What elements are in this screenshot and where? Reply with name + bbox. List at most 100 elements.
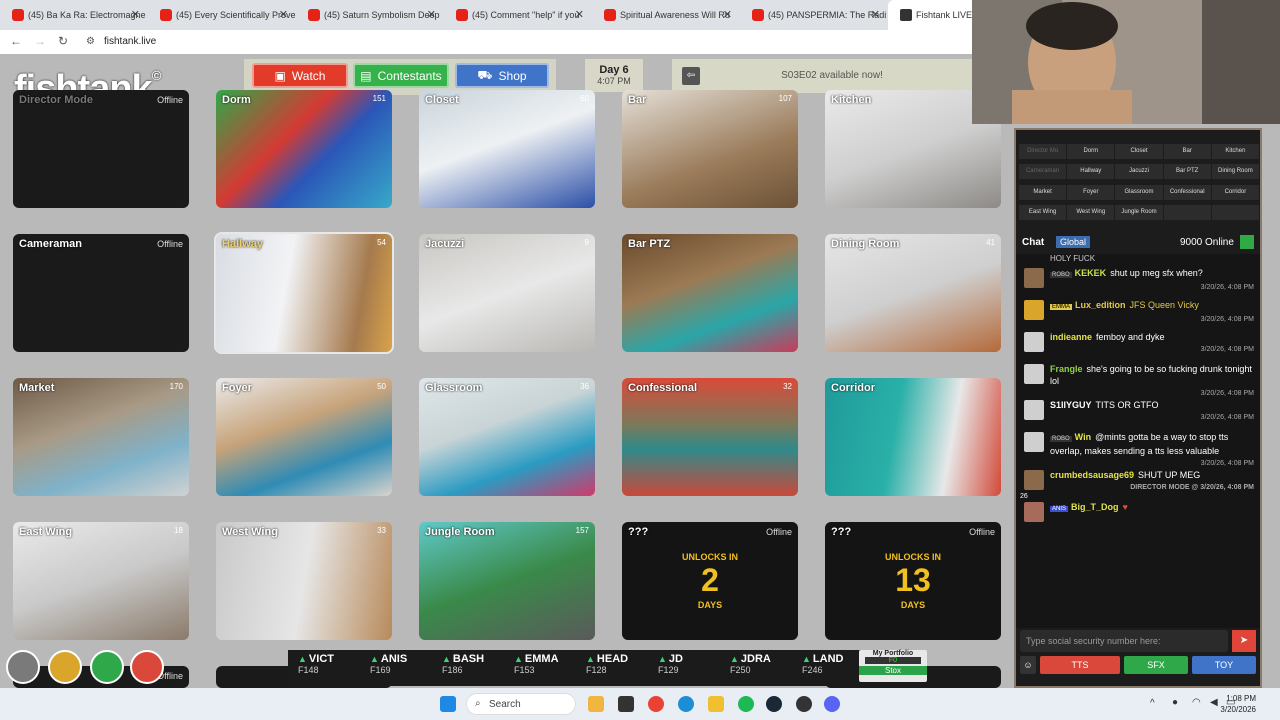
watch-button[interactable]: ▣ Watch [252,63,348,88]
chrome-icon[interactable] [648,696,664,712]
browser-tab[interactable]: Spiritual Awareness Will Ru ✕ [592,0,740,30]
chat-username[interactable]: Lux_edition [1075,300,1126,310]
avatar[interactable] [1024,364,1044,384]
cam-tile-director-mode[interactable]: Director Mode Offline [13,90,189,208]
avatar[interactable] [1024,502,1044,522]
quick-cam-button[interactable]: Glassroom [1115,184,1163,200]
microphone-icon[interactable]: ● [1172,697,1178,708]
close-icon[interactable]: ✕ [427,8,436,21]
avatar[interactable] [1024,470,1044,490]
quick-cam-button[interactable]: Market [1019,184,1067,200]
chat-input[interactable]: Type social security number here: [1020,630,1228,652]
chat-username[interactable]: S1llYGUY [1050,400,1092,410]
steam-icon[interactable] [766,696,782,712]
chat-username[interactable]: indieanne [1050,332,1092,342]
chat-username[interactable]: crumbedsausage69 [1050,470,1134,480]
cam-tile-dorm[interactable]: Dorm 151 [216,90,392,208]
quick-cam-button[interactable]: Bar PTZ [1163,164,1211,180]
stock-item[interactable]: ▲ BASH F186 [438,653,510,683]
cam-tile-bar-ptz[interactable]: Bar PTZ [622,234,798,352]
browser-tab[interactable]: (45) Every Scientifically Prove ✕ [148,0,296,30]
system-clock[interactable]: 1:08 PM 3/20/2026 [1220,693,1256,715]
portfolio-widget[interactable]: My Portfolio F0 Stox [859,650,927,682]
volume-icon[interactable]: ◀ [1210,697,1218,708]
discord-icon[interactable] [824,696,840,712]
browser-tab[interactable]: (45) Comment "help" if you ✕ [444,0,592,30]
chevron-up-icon[interactable]: ^ [1150,698,1155,709]
stock-item[interactable]: ▲ VICT F148 [294,653,366,683]
close-icon[interactable]: ✕ [131,8,140,21]
site-info-icon[interactable]: ⚙ [86,36,95,47]
quick-cam-button[interactable]: Foyer [1067,184,1115,200]
episode-notice[interactable]: ⇦ S03E02 available now! [672,59,972,93]
url-text[interactable]: fishtank.live [104,36,156,47]
browser-tab[interactable]: (45) PANSPERMIA: The Radi ✕ [740,0,888,30]
sfx-button[interactable]: SFX [1124,656,1188,674]
close-icon[interactable]: ✕ [279,8,288,21]
close-icon[interactable]: ✕ [723,8,732,21]
stock-item[interactable]: ▲ JD F129 [654,653,726,683]
wifi-icon[interactable]: ◠ [1192,697,1201,708]
quick-cam-button[interactable]: Dining Room [1211,164,1259,180]
emoji-icon[interactable]: ☺ [1020,656,1036,674]
quick-cam-button[interactable]: Corridor [1211,184,1259,200]
avatar[interactable] [1024,332,1044,352]
quick-cam-button[interactable]: Dorm [1067,144,1115,159]
windows-start-icon[interactable] [440,696,456,712]
cam-tile-bar[interactable]: Bar 107 [622,90,798,208]
reload-icon[interactable]: ↻ [58,34,68,48]
cam-tile-jacuzzi[interactable]: Jacuzzi 9 [419,234,595,352]
chat-menu-icon[interactable] [1240,235,1254,249]
cam-tile-jungle-room[interactable]: Jungle Room 157 [419,522,595,640]
cam-tile-confessional[interactable]: Confessional 32 [622,378,798,496]
shop-button[interactable]: ⛟ Shop [455,63,549,88]
chat-username[interactable]: Win [1075,432,1091,442]
avatar[interactable] [1024,300,1044,320]
close-icon[interactable]: ✕ [575,8,584,21]
cam-tile-closet[interactable]: Closet 60 [419,90,595,208]
file-explorer-icon[interactable] [588,696,604,712]
cam-tile-west-wing[interactable]: West Wing 33 [216,522,392,640]
quick-cam-button[interactable]: Confessional [1163,184,1211,200]
back-icon[interactable]: ← [10,34,22,48]
cam-tile-east-wing[interactable]: East Wing 18 [13,522,189,640]
send-icon[interactable]: ➤ [1232,630,1256,652]
quick-cam-button[interactable]: West Wing [1067,204,1115,220]
browser-tab[interactable]: (45) Ba Ka Ra: Electromagne ✕ [0,0,148,30]
stock-item[interactable]: ▲ ANIS F169 [366,653,438,683]
chat-username[interactable]: KEKEK [1075,268,1107,278]
cam-tile-corridor[interactable]: Corridor [825,378,1001,496]
magnet-icon[interactable] [90,650,124,684]
settings-gear-icon[interactable] [6,650,40,684]
avatar[interactable] [1024,400,1044,420]
quick-cam-button[interactable]: Director Mo [1019,144,1067,159]
avatar[interactable] [1024,432,1044,452]
arrow-left-icon[interactable]: ⇦ [682,67,700,85]
cam-tile-dining-room[interactable]: Dining Room 41 [825,234,1001,352]
gift-icon[interactable] [48,650,82,684]
edge-icon[interactable] [678,696,694,712]
quick-cam-button[interactable]: Cameraman [1019,164,1067,180]
stock-item[interactable]: ▲ EMMA F153 [510,653,582,683]
cam-tile-cameraman[interactable]: Cameraman Offline [13,234,189,352]
tools-icon[interactable] [130,650,164,684]
taskbar-search[interactable]: ⌕ Search [466,693,576,715]
stock-item[interactable]: ▲ JDRA F250 [726,653,798,683]
forward-icon[interactable]: → [34,34,46,48]
close-icon[interactable]: ✕ [871,8,880,21]
quick-cam-button[interactable]: Hallway [1067,164,1115,180]
stock-item[interactable]: ▲ HEAD F128 [582,653,654,683]
quick-cam-button[interactable]: East Wing [1019,204,1067,220]
chat-username[interactable]: Frangle [1050,364,1083,374]
toy-button[interactable]: TOY [1192,656,1256,674]
quick-cam-button[interactable]: Jacuzzi [1115,164,1163,180]
browser-tab[interactable]: (45) Saturn Symbolism Deep ✕ [296,0,444,30]
chat-username[interactable]: Big_T_Dog [1071,502,1119,512]
folder-icon[interactable] [708,696,724,712]
cam-tile-foyer[interactable]: Foyer 50 [216,378,392,496]
spotify-icon[interactable] [738,696,754,712]
cam-tile-market[interactable]: Market 170 [13,378,189,496]
quick-cam-button[interactable]: Jungle Room [1115,204,1163,220]
quick-cam-button[interactable] [1163,204,1211,220]
stox-button[interactable]: Stox [859,666,927,675]
